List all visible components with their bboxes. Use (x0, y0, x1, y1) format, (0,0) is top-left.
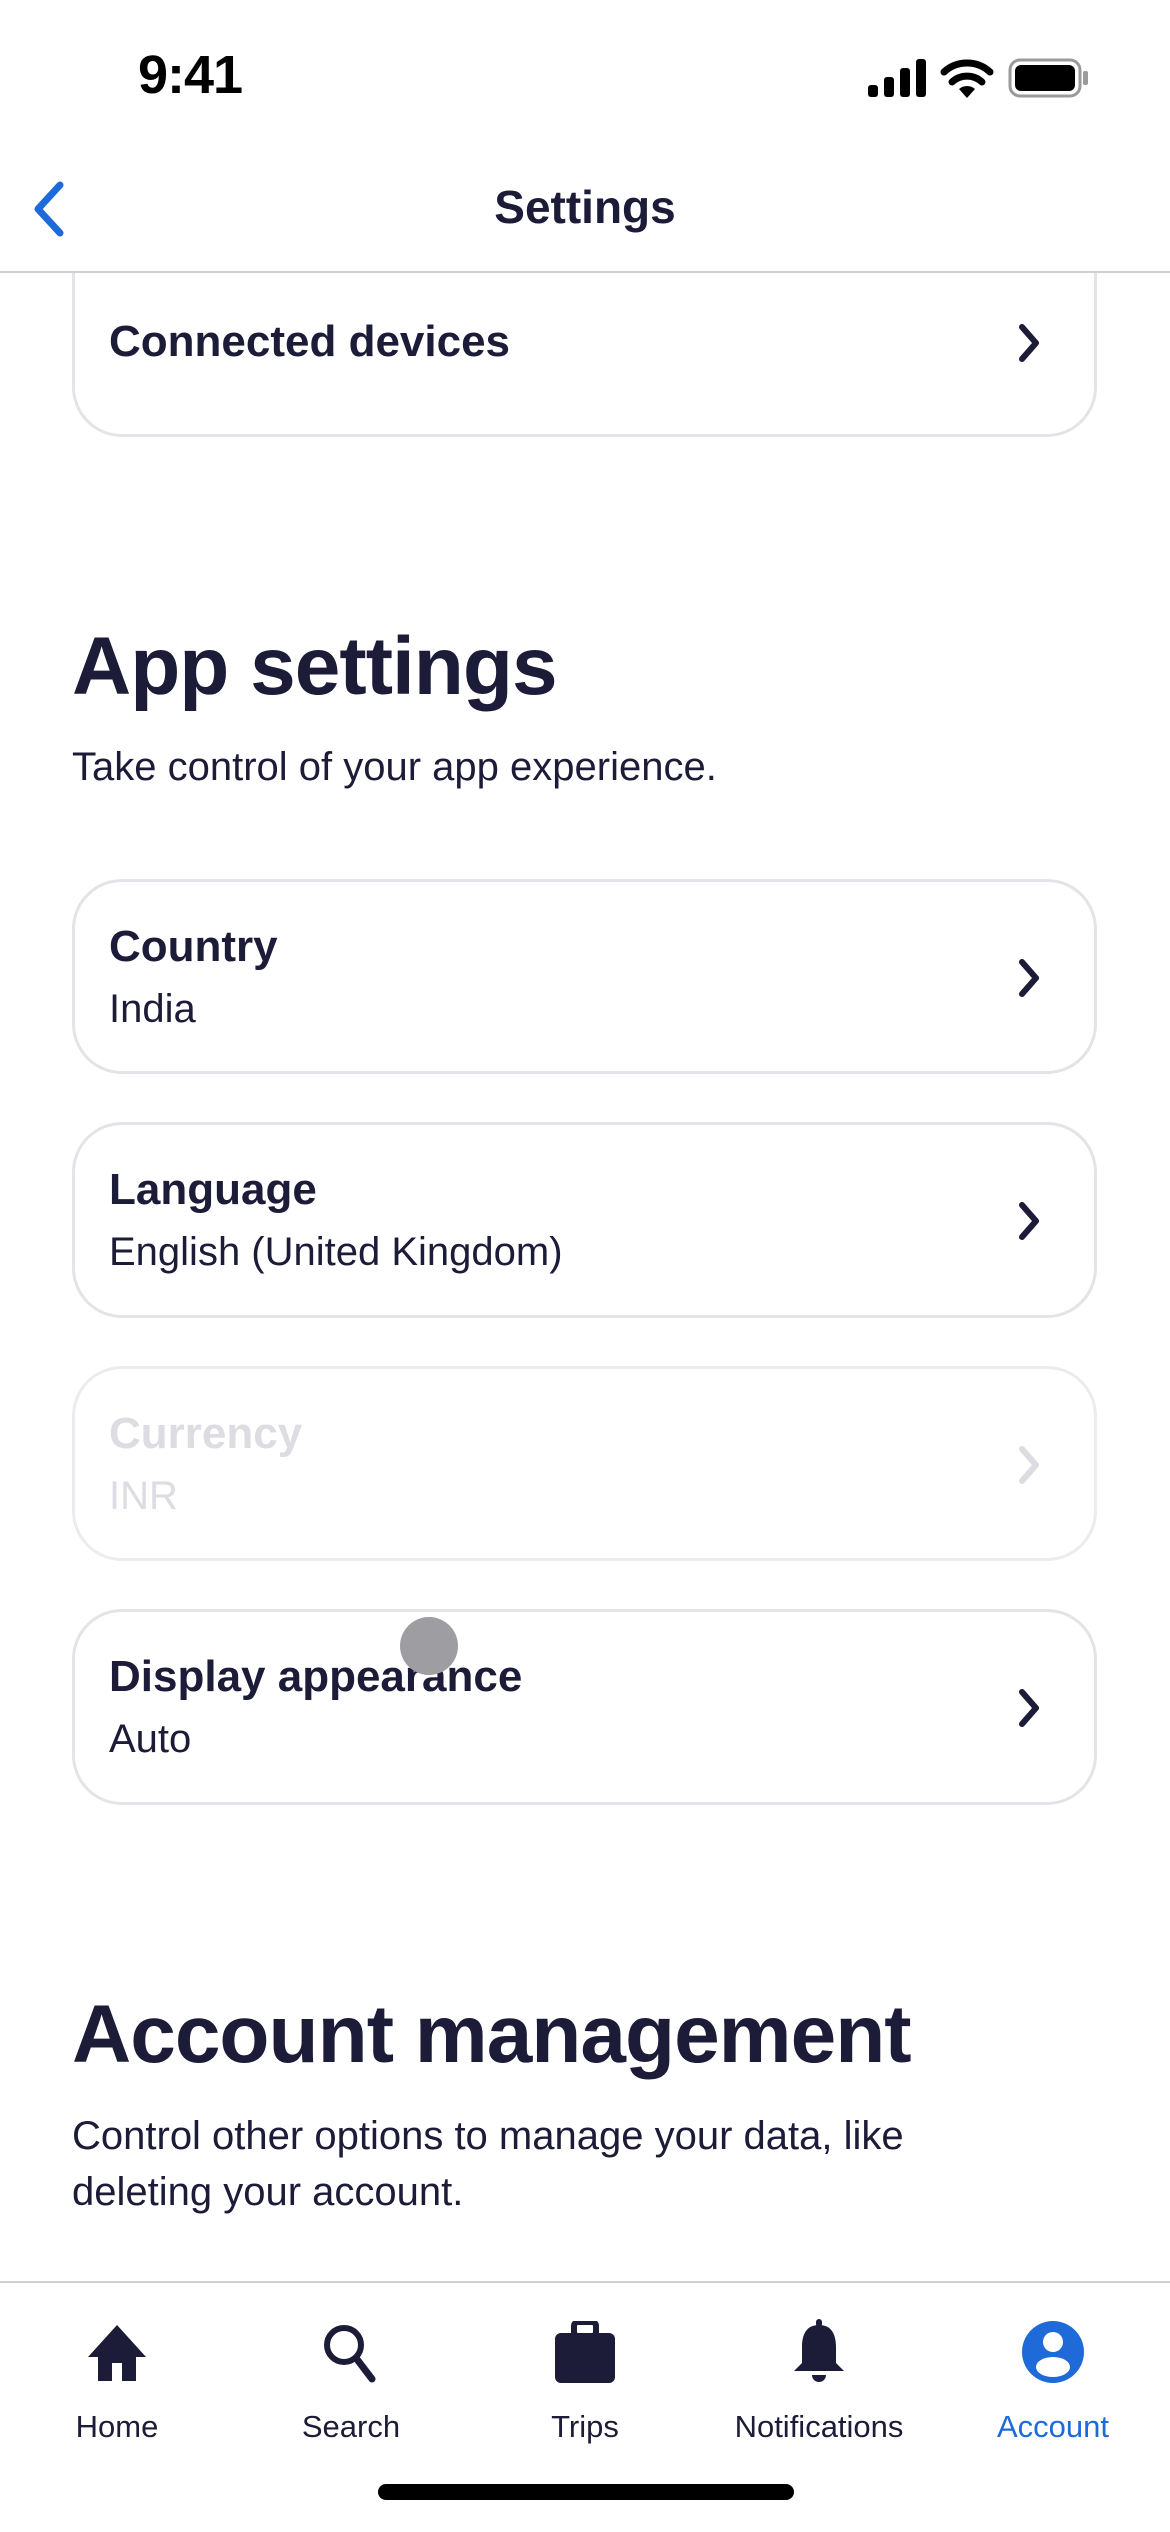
tab-trips-label: Trips (551, 2409, 619, 2444)
status-icons (868, 58, 1090, 98)
account-management-description: Control other options to manage your dat… (72, 2114, 904, 2214)
app-settings-description: Take control of your app experience. (72, 745, 717, 789)
currency-label: Currency (109, 1409, 303, 1458)
bell-icon (784, 2317, 854, 2387)
display-appearance-value: Auto (109, 1717, 192, 1761)
chevron-right-icon (1019, 1446, 1039, 1484)
tab-notifications-label: Notifications (734, 2409, 904, 2444)
briefcase-icon (550, 2317, 620, 2387)
account-circle-icon (1018, 2317, 1088, 2387)
status-time: 9:41 (138, 45, 243, 105)
currency-row: Currency INR (72, 1366, 1097, 1561)
country-value: India (109, 987, 196, 1031)
display-appearance-row[interactable]: Display appearance Auto (72, 1609, 1097, 1805)
navigation-bar: Settings (0, 150, 1170, 273)
cellular-signal-icon (868, 59, 926, 97)
display-appearance-label: Display appearance (109, 1652, 523, 1701)
settings-content[interactable]: Connected devices App settings Take cont… (0, 0, 1170, 2282)
chevron-right-icon (1019, 324, 1039, 362)
status-bar: 9:41 (0, 0, 1170, 150)
connected-devices-label: Connected devices (109, 317, 511, 366)
tab-trips[interactable]: Trips (485, 2303, 685, 2453)
chevron-right-icon (1019, 1202, 1039, 1240)
search-icon (316, 2317, 386, 2387)
tab-home-label: Home (75, 2409, 159, 2444)
tab-search-label: Search (301, 2409, 401, 2444)
touch-indicator (400, 1617, 458, 1675)
app-settings-heading: App settings (72, 621, 558, 712)
page-title: Settings (494, 181, 676, 233)
tab-notifications[interactable]: Notifications (719, 2303, 919, 2453)
tab-home[interactable]: Home (17, 2303, 217, 2453)
language-label: Language (109, 1165, 317, 1214)
home-indicator[interactable] (378, 2484, 794, 2500)
tab-account[interactable]: Account (953, 2303, 1153, 2453)
chevron-right-icon (1019, 1689, 1039, 1727)
tab-search[interactable]: Search (251, 2303, 451, 2453)
wifi-icon (940, 59, 994, 98)
home-icon (82, 2317, 152, 2387)
currency-value: INR (109, 1474, 178, 1518)
language-value: English (United Kingdom) (109, 1230, 563, 1274)
country-row[interactable]: Country India (72, 879, 1097, 1074)
account-management-heading: Account management (72, 1989, 912, 2080)
chevron-right-icon (1019, 959, 1039, 997)
tab-account-label: Account (996, 2409, 1109, 2444)
battery-icon (1008, 58, 1088, 98)
country-label: Country (109, 922, 278, 971)
language-row[interactable]: Language English (United Kingdom) (72, 1122, 1097, 1318)
